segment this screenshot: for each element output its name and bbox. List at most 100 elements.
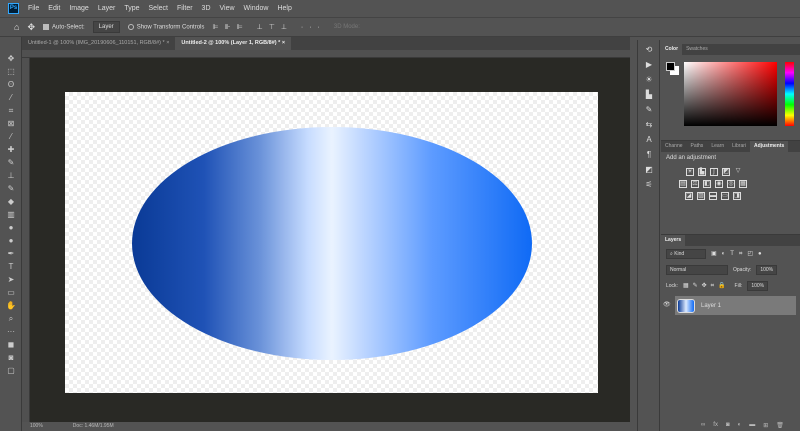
menu-type[interactable]: Type bbox=[124, 5, 139, 12]
gradient-ellipse[interactable] bbox=[132, 127, 532, 360]
menu-image[interactable]: Image bbox=[69, 5, 88, 12]
properties-icon[interactable]: ⚟ bbox=[643, 180, 655, 190]
layer-filter-dropdown[interactable]: ⌕ Kind bbox=[666, 249, 706, 259]
brush-settings-icon[interactable]: ✎ bbox=[643, 105, 655, 115]
color-picker-field[interactable] bbox=[684, 62, 777, 126]
tab-paths[interactable]: Paths bbox=[687, 141, 708, 152]
pen-tool-icon[interactable]: ✒ bbox=[5, 249, 17, 259]
fill-input[interactable]: 100% bbox=[747, 281, 769, 291]
brightness-icon[interactable]: ☀ bbox=[643, 75, 655, 85]
zoom-tool-icon[interactable]: ⌕ bbox=[5, 314, 17, 324]
tab-untitled-1[interactable]: Untitled-1 @ 100% (IMG_20190606_110151, … bbox=[22, 37, 175, 50]
color-lookup-icon[interactable]: ▦ bbox=[739, 180, 747, 188]
gradient-tool-icon[interactable]: ▥ bbox=[5, 210, 17, 220]
history-brush-icon[interactable]: ✎ bbox=[5, 184, 17, 194]
magic-wand-icon[interactable]: ⁄ bbox=[5, 93, 17, 103]
selective-color-icon[interactable]: ◨ bbox=[733, 192, 741, 200]
move-tool-icon[interactable]: ✥ bbox=[5, 54, 17, 64]
layer-name[interactable]: Layer 1 bbox=[701, 303, 721, 309]
hue-slider[interactable] bbox=[785, 62, 794, 126]
healing-brush-icon[interactable]: ✚ bbox=[5, 145, 17, 155]
auto-select-checkbox[interactable]: Auto-Select: bbox=[42, 23, 85, 30]
show-transform-checkbox[interactable]: Show Transform Controls bbox=[127, 23, 204, 30]
black-white-icon[interactable]: ◧ bbox=[703, 180, 711, 188]
tab-adjustments[interactable]: Adjustments bbox=[750, 141, 789, 152]
lasso-tool-icon[interactable]: ʘ bbox=[5, 80, 17, 90]
exposure-icon[interactable]: ◩ bbox=[722, 168, 730, 176]
vibrance-icon[interactable]: ▽ bbox=[734, 168, 742, 176]
tab-layers[interactable]: Layers bbox=[661, 235, 686, 246]
type-tool-icon[interactable]: T bbox=[5, 262, 17, 272]
dodge-tool-icon[interactable]: ● bbox=[5, 236, 17, 246]
color-swatches-icon[interactable]: ◼ bbox=[5, 340, 17, 350]
tab-channels[interactable]: Channe bbox=[661, 141, 687, 152]
eraser-icon[interactable]: ◆ bbox=[5, 197, 17, 207]
more-tools-icon[interactable]: ··· bbox=[5, 327, 17, 337]
foreground-color-swatch[interactable] bbox=[666, 62, 675, 71]
lock-icons[interactable]: ▦✎✥⌗🔒 bbox=[683, 282, 730, 290]
actions-play-icon[interactable]: ▶ bbox=[643, 60, 655, 70]
menu-file[interactable]: File bbox=[28, 5, 39, 12]
document-canvas[interactable] bbox=[65, 92, 598, 393]
path-select-icon[interactable]: ➤ bbox=[5, 275, 17, 285]
link-icon[interactable]: ∞ bbox=[701, 422, 705, 429]
frame-tool-icon[interactable]: ⊠ bbox=[5, 119, 17, 129]
opacity-input[interactable]: 100% bbox=[756, 265, 778, 275]
align-icons[interactable]: ⊫⊪⊫ ⊥⊤⊥ ··· bbox=[212, 23, 325, 31]
photo-filter-icon[interactable]: ◉ bbox=[715, 180, 723, 188]
levels-icon[interactable]: ▙ bbox=[698, 168, 706, 176]
menu-filter[interactable]: Filter bbox=[177, 5, 193, 12]
tab-learn[interactable]: Learn bbox=[707, 141, 728, 152]
zoom-level[interactable]: 100% bbox=[30, 422, 43, 431]
menu-select[interactable]: Select bbox=[149, 5, 168, 12]
tab-swatches[interactable]: Swatches bbox=[682, 44, 712, 55]
threshold-icon[interactable]: ▬ bbox=[709, 192, 717, 200]
invert-icon[interactable]: ◪ bbox=[685, 192, 693, 200]
layer-row[interactable]: 👁 Layer 1 bbox=[663, 296, 796, 315]
group-folder-icon[interactable]: ▬ bbox=[749, 422, 755, 429]
adjustment-layer-icon[interactable]: ◐ bbox=[738, 422, 742, 429]
new-layer-icon[interactable]: ⊞ bbox=[763, 422, 768, 429]
brush-tool-icon[interactable]: ✎ bbox=[5, 158, 17, 168]
stamp-tool-icon[interactable]: ⊥ bbox=[5, 171, 17, 181]
blur-tool-icon[interactable]: ● bbox=[5, 223, 17, 233]
histogram-icon[interactable]: ▙ bbox=[643, 90, 655, 100]
posterize-icon[interactable]: ▨ bbox=[697, 192, 705, 200]
menu-layer[interactable]: Layer bbox=[98, 5, 116, 12]
crop-tool-icon[interactable]: ⌗ bbox=[5, 106, 17, 116]
menu-help[interactable]: Help bbox=[277, 5, 291, 12]
gradient-map-icon[interactable]: ▭ bbox=[721, 192, 729, 200]
menu-edit[interactable]: Edit bbox=[48, 5, 60, 12]
quick-mask-icon[interactable]: ◙ bbox=[5, 353, 17, 363]
fx-icon[interactable]: fx bbox=[713, 422, 718, 429]
home-icon[interactable]: ⌂ bbox=[14, 22, 19, 32]
trash-icon[interactable]: 🗑 bbox=[776, 422, 784, 429]
marquee-tool-icon[interactable]: ⬚ bbox=[5, 67, 17, 77]
hand-tool-icon[interactable]: ✋ bbox=[5, 301, 17, 311]
history-icon[interactable]: ⟲ bbox=[643, 45, 655, 55]
menu-view[interactable]: View bbox=[220, 5, 235, 12]
character-icon[interactable]: A bbox=[643, 135, 655, 145]
menu-3d[interactable]: 3D bbox=[202, 5, 211, 12]
channel-mixer-icon[interactable]: ◎ bbox=[727, 180, 735, 188]
paragraph-icon[interactable]: ¶ bbox=[643, 150, 655, 160]
rectangle-tool-icon[interactable]: ▭ bbox=[5, 288, 17, 298]
eyedropper-icon[interactable]: ⁄ bbox=[5, 132, 17, 142]
eye-icon[interactable]: 👁 bbox=[663, 301, 671, 308]
mask-icon[interactable]: ◙ bbox=[726, 422, 730, 429]
close-icon[interactable]: × bbox=[166, 40, 169, 46]
screen-mode-icon[interactable]: ▢ bbox=[5, 366, 17, 376]
brightness-contrast-icon[interactable]: ☀ bbox=[686, 168, 694, 176]
tab-untitled-2[interactable]: Untitled-2 @ 100% (Layer 1, RGB/8#) * × bbox=[175, 37, 292, 50]
move-tool-icon[interactable]: ✥ bbox=[27, 22, 35, 33]
auto-select-dropdown[interactable]: Layer bbox=[92, 21, 120, 33]
color-balance-icon[interactable]: ⚖ bbox=[691, 180, 699, 188]
shapes-icon[interactable]: ◩ bbox=[643, 165, 655, 175]
tab-libraries[interactable]: Librari bbox=[728, 141, 750, 152]
close-icon[interactable]: × bbox=[282, 40, 285, 46]
blend-mode-dropdown[interactable]: Normal bbox=[666, 265, 728, 275]
tool-presets-icon[interactable]: ⇆ bbox=[643, 120, 655, 130]
hue-saturation-icon[interactable]: ▤ bbox=[679, 180, 687, 188]
tab-color[interactable]: Color bbox=[661, 44, 683, 55]
menu-window[interactable]: Window bbox=[244, 5, 269, 12]
